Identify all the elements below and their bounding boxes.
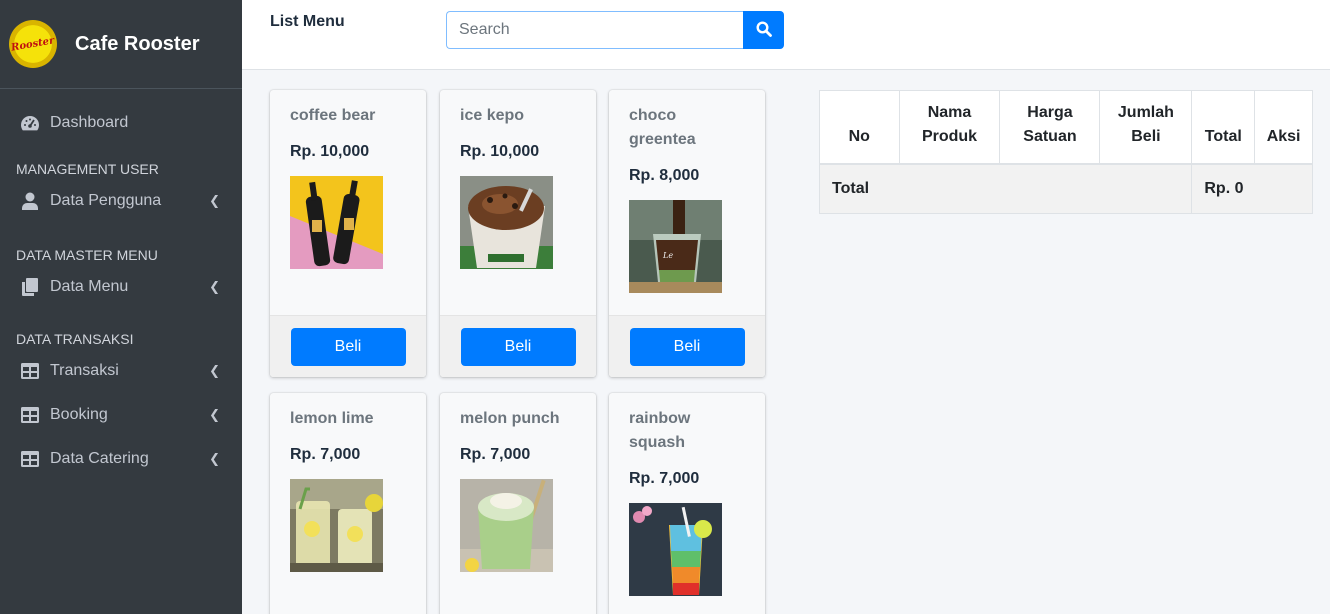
product-card: choco greentea Rp. 8,000 Le Beli: [609, 90, 765, 377]
cart-total-value: Rp. 0: [1191, 163, 1313, 214]
product-price: Rp. 7,000: [460, 446, 531, 463]
sidebar-item-label: Booking: [50, 406, 108, 423]
chevron-left-icon: ❮: [209, 451, 220, 466]
sidebar-item-label: Data Catering: [50, 450, 149, 467]
product-card: rainbow squash Rp. 7,000: [609, 393, 765, 614]
product-price: Rp. 10,000: [290, 143, 370, 160]
sidebar-item-label: Transaksi: [50, 362, 119, 379]
nav-header-data-transaksi: DATA TRANSAKSI: [16, 331, 134, 347]
top-bar: List Menu: [242, 0, 1330, 70]
page-title: List Menu: [270, 13, 345, 30]
product-name: melon punch: [460, 410, 560, 427]
chevron-left-icon: ❮: [209, 193, 220, 208]
column-header-nama-produk: Nama Produk: [898, 90, 1001, 165]
copy-icon: [20, 277, 40, 297]
sidebar-item-dashboard[interactable]: Dashboard: [0, 101, 242, 145]
product-image: [290, 479, 383, 572]
column-header-aksi: Aksi: [1254, 90, 1313, 165]
product-card: ice kepo Rp. 10,000 Beli: [440, 90, 596, 377]
table-icon: [20, 361, 40, 381]
sidebar: Rooster Cafe Rooster Dashboard MANAGEMEN…: [0, 0, 242, 614]
product-price: Rp. 8,000: [629, 167, 700, 184]
cart-total-label: Total: [818, 163, 1193, 214]
main-content: coffee bear Rp. 10,000 Beli ice kepo Rp.…: [242, 70, 1330, 614]
sidebar-item-data-pengguna[interactable]: Data Pengguna ❮: [0, 179, 242, 223]
chevron-left-icon: ❮: [209, 363, 220, 378]
sidebar-item-data-catering[interactable]: Data Catering ❮: [0, 437, 242, 481]
sidebar-item-transaksi[interactable]: Transaksi ❮: [0, 349, 242, 393]
product-name: coffee bear: [290, 107, 376, 124]
svg-text:Le: Le: [662, 251, 673, 260]
brand-logo: Rooster: [9, 20, 57, 68]
product-image: Le: [629, 200, 722, 293]
column-header-total: Total: [1191, 90, 1256, 165]
product-image: [460, 479, 553, 572]
buy-button[interactable]: Beli: [460, 327, 576, 366]
search-button[interactable]: [743, 11, 784, 49]
buy-button[interactable]: Beli: [629, 327, 745, 366]
product-name: ice kepo: [460, 107, 525, 124]
chevron-left-icon: ❮: [209, 407, 220, 422]
table-icon: [20, 449, 40, 469]
product-image: [290, 176, 383, 269]
user-icon: [20, 191, 40, 211]
nav-header-management-user: MANAGEMENT USER: [16, 161, 159, 177]
product-card: coffee bear Rp. 10,000 Beli: [270, 90, 426, 377]
card-footer: Beli: [270, 315, 426, 377]
sidebar-item-label: Dashboard: [50, 114, 129, 131]
product-image: [460, 176, 553, 269]
product-card: melon punch Rp. 7,000: [440, 393, 596, 614]
nav-header-data-master-menu: DATA MASTER MENU: [16, 247, 158, 263]
tachometer-icon: [20, 113, 40, 133]
brand-link[interactable]: Rooster Cafe Rooster: [0, 0, 242, 89]
product-card: lemon lime Rp. 7,000: [270, 393, 426, 614]
chevron-left-icon: ❮: [209, 279, 220, 294]
buy-button[interactable]: Beli: [290, 327, 406, 366]
product-image: [629, 503, 722, 596]
column-header-no: No: [819, 90, 900, 165]
brand-name: Cafe Rooster: [75, 32, 200, 55]
sidebar-item-label: Data Pengguna: [50, 192, 162, 209]
product-name: rainbow squash: [629, 410, 691, 451]
table-icon: [20, 405, 40, 425]
search-group: [446, 11, 784, 49]
column-header-harga-satuan: Harga Satuan: [999, 90, 1101, 165]
card-footer: Beli: [440, 315, 596, 377]
sidebar-item-label: Data Menu: [50, 278, 129, 295]
product-price: Rp. 10,000: [460, 143, 540, 160]
column-header-jumlah-beli: Jumlah Beli: [1099, 90, 1193, 165]
cart-table: No Nama Produk Harga Satuan Jumlah Beli …: [818, 90, 1313, 214]
sidebar-nav: Dashboard MANAGEMENT USER Data Pengguna …: [0, 89, 242, 481]
search-input[interactable]: [446, 11, 743, 49]
product-name: lemon lime: [290, 410, 374, 427]
search-icon: [755, 20, 772, 40]
sidebar-item-booking[interactable]: Booking ❮: [0, 393, 242, 437]
product-name: choco greentea: [629, 107, 696, 148]
sidebar-item-data-menu[interactable]: Data Menu ❮: [0, 265, 242, 309]
product-price: Rp. 7,000: [290, 446, 361, 463]
product-price: Rp. 7,000: [629, 470, 700, 487]
card-footer: Beli: [609, 315, 765, 377]
